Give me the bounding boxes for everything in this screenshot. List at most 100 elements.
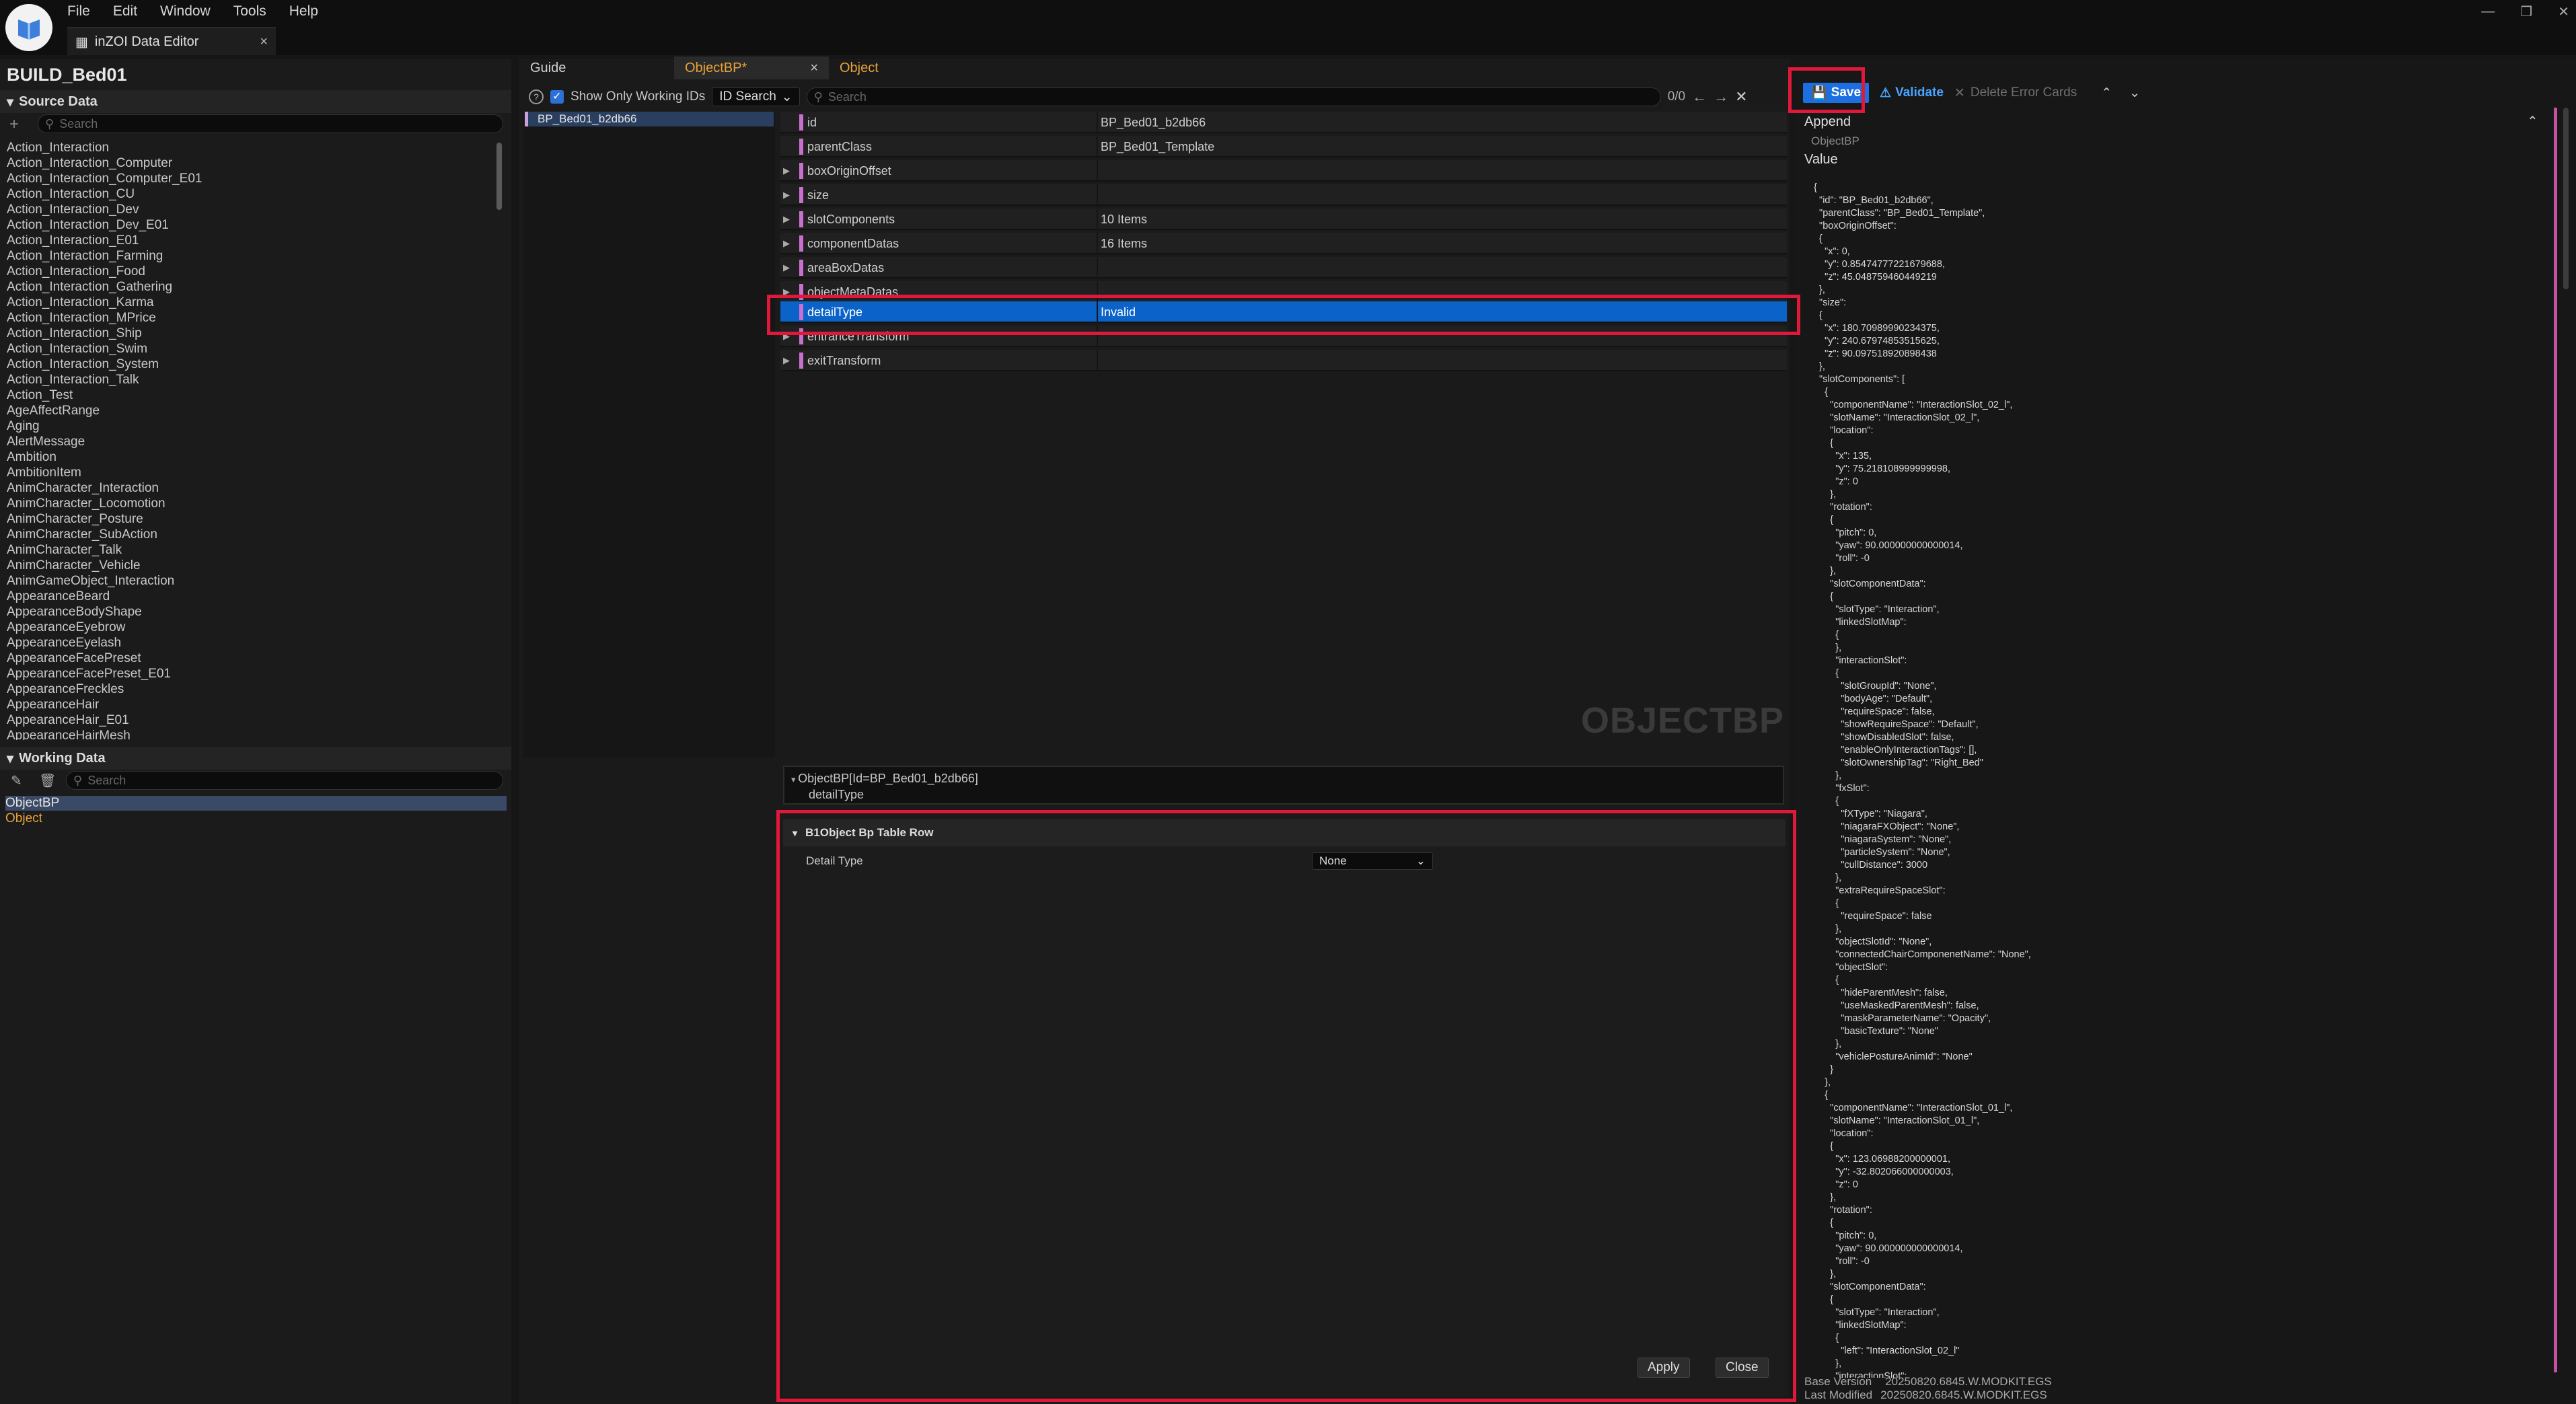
source-item[interactable]: Action_Interaction_E01 xyxy=(7,233,498,248)
source-item[interactable]: AnimCharacter_Posture xyxy=(7,511,498,527)
source-item[interactable]: AppearanceFreckles xyxy=(7,681,498,697)
working-data-header[interactable]: ▾ Working Data xyxy=(0,747,511,770)
source-item[interactable]: AppearanceFacePreset xyxy=(7,651,498,666)
edit-icon[interactable]: ✎ xyxy=(11,772,22,789)
id-search-dropdown[interactable]: ID Search ⌄ xyxy=(712,87,800,106)
source-item[interactable]: AgeAffectRange xyxy=(7,403,498,418)
source-item[interactable]: Action_Interaction_Computer_E01 xyxy=(7,171,498,186)
chevron-up-icon[interactable]: ⌃ xyxy=(2101,85,2112,101)
expand-arrow-icon[interactable]: ▶ xyxy=(783,190,790,200)
expand-arrow-icon[interactable]: ▶ xyxy=(783,214,790,225)
menu-tools[interactable]: Tools xyxy=(233,3,266,20)
source-item[interactable]: Action_Interaction_CU xyxy=(7,186,498,202)
working-search-input[interactable]: ⚲ Search xyxy=(66,771,503,790)
working-item-objectbp[interactable]: ObjectBP xyxy=(5,796,507,811)
source-item[interactable]: AppearanceHair xyxy=(7,697,498,712)
property-row-componentDatas[interactable]: ▶ componentDatas 16 Items xyxy=(780,233,1787,254)
property-accent-bar xyxy=(799,260,803,276)
tab-close-icon[interactable]: × xyxy=(810,57,818,79)
property-accent-bar xyxy=(799,114,803,131)
minimize-icon[interactable]: — xyxy=(2481,4,2495,20)
property-path-leaf: detailType xyxy=(809,788,864,801)
expand-arrow-icon[interactable]: ▶ xyxy=(783,355,790,366)
collapse-up-icon[interactable]: ⌃ xyxy=(2527,113,2538,130)
source-item[interactable]: Action_Test xyxy=(7,387,498,403)
add-icon[interactable]: + xyxy=(9,115,19,134)
source-search-input[interactable]: ⚲ Search xyxy=(38,114,503,133)
property-accent-bar xyxy=(799,163,803,179)
source-item[interactable]: AppearanceEyelash xyxy=(7,635,498,651)
app-logo-icon xyxy=(5,4,52,51)
source-item[interactable]: Aging xyxy=(7,418,498,434)
menu-window[interactable]: Window xyxy=(160,3,211,20)
property-row-exitTransform[interactable]: ▶ exitTransform xyxy=(780,350,1787,371)
source-list-scrollbar[interactable] xyxy=(496,143,502,210)
source-item[interactable]: AnimCharacter_Vehicle xyxy=(7,558,498,573)
next-arrow-icon[interactable]: → xyxy=(1714,88,1728,106)
source-item[interactable]: Action_Interaction_System xyxy=(7,357,498,372)
expand-arrow-icon[interactable]: ▶ xyxy=(783,238,790,249)
previous-arrow-icon[interactable]: ← xyxy=(1692,88,1707,106)
data-editor-window: File Edit Window Tools Help — ❐ ✕ ▦ inZO… xyxy=(0,0,2576,1404)
collapse-arrow-icon: ▾ xyxy=(7,751,14,766)
chevron-down-icon[interactable]: ⌄ xyxy=(2129,85,2140,101)
show-only-working-checkbox[interactable]: ✓ xyxy=(550,90,564,104)
expand-arrow-icon[interactable]: ▶ xyxy=(783,262,790,273)
source-item[interactable]: AnimCharacter_Talk xyxy=(7,542,498,558)
id-list-item-selected[interactable]: BP_Bed01_b2db66 xyxy=(525,112,774,126)
expand-arrow-icon[interactable]: ▶ xyxy=(783,165,790,176)
source-item[interactable]: Action_Interaction_Karma xyxy=(7,295,498,310)
document-tab[interactable]: ▦ inZOI Data Editor × xyxy=(67,27,276,55)
source-item[interactable]: AnimGameObject_Interaction xyxy=(7,573,498,589)
menu-help[interactable]: Help xyxy=(289,3,318,20)
source-item[interactable]: Action_Interaction_Computer xyxy=(7,155,498,171)
close-window-icon[interactable]: ✕ xyxy=(2558,3,2569,20)
match-count: 0/0 xyxy=(1667,89,1686,104)
menu-edit[interactable]: Edit xyxy=(113,3,137,20)
source-item[interactable]: AppearanceBeard xyxy=(7,589,498,604)
source-item[interactable]: Action_Interaction_Ship xyxy=(7,326,498,341)
last-modified-label: Last Modified xyxy=(1804,1389,1873,1401)
source-item[interactable]: Action_Interaction_Farming xyxy=(7,248,498,264)
source-item[interactable]: Action_Interaction_Talk xyxy=(7,372,498,387)
property-row-id[interactable]: id BP_Bed01_b2db66 xyxy=(780,112,1787,133)
source-item[interactable]: AnimCharacter_SubAction xyxy=(7,527,498,542)
source-item[interactable]: AnimCharacter_Interaction xyxy=(7,480,498,496)
tab-objectbp[interactable]: ObjectBP* × xyxy=(674,57,829,79)
source-item[interactable]: Action_Interaction_Food xyxy=(7,264,498,279)
working-item-object[interactable]: Object xyxy=(5,811,507,826)
validate-button[interactable]: ⚠ Validate xyxy=(1876,83,1948,103)
trash-icon[interactable]: 🗑 xyxy=(39,772,56,789)
tab-object[interactable]: Object xyxy=(829,57,984,79)
delete-error-cards-button[interactable]: ✕ Delete Error Cards xyxy=(1954,85,2077,101)
tab-guide[interactable]: Guide xyxy=(519,57,674,79)
source-item[interactable]: AnimCharacter_Locomotion xyxy=(7,496,498,511)
json-scrollbar[interactable] xyxy=(2563,108,2569,289)
close-search-icon[interactable]: ✕ xyxy=(1735,88,1747,106)
property-row-slotComponents[interactable]: ▶ slotComponents 10 Items xyxy=(780,209,1787,230)
source-item[interactable]: Action_Interaction_Dev_E01 xyxy=(7,217,498,233)
restore-icon[interactable]: ❐ xyxy=(2520,3,2532,20)
property-search-input[interactable]: ⚲ Search xyxy=(806,87,1661,106)
source-item[interactable]: AppearanceEyebrow xyxy=(7,620,498,635)
source-item[interactable]: AmbitionItem xyxy=(7,465,498,480)
property-row-size[interactable]: ▶ size xyxy=(780,184,1787,206)
source-item[interactable]: Action_Interaction_Dev xyxy=(7,202,498,217)
property-row-parentClass[interactable]: parentClass BP_Bed01_Template xyxy=(780,136,1787,157)
help-icon[interactable]: ? xyxy=(529,89,544,104)
source-data-header[interactable]: ▾ Source Data xyxy=(0,90,511,113)
source-item[interactable]: AppearanceHair_E01 xyxy=(7,712,498,728)
property-row-areaBoxDatas[interactable]: ▶ areaBoxDatas xyxy=(780,257,1787,279)
property-row-boxOriginOffset[interactable]: ▶ boxOriginOffset xyxy=(780,160,1787,182)
source-item[interactable]: AppearanceHairMesh xyxy=(7,728,498,740)
source-item[interactable]: AppearanceFacePreset_E01 xyxy=(7,666,498,681)
document-tab-close-icon[interactable]: × xyxy=(260,34,268,50)
source-item[interactable]: Action_Interaction_Gathering xyxy=(7,279,498,295)
source-item[interactable]: AppearanceBodyShape xyxy=(7,604,498,620)
source-item[interactable]: Action_Interaction_MPrice xyxy=(7,310,498,326)
source-item[interactable]: Action_Interaction_Swim xyxy=(7,341,498,357)
source-item[interactable]: Ambition xyxy=(7,449,498,465)
menu-file[interactable]: File xyxy=(67,3,90,20)
source-item[interactable]: AlertMessage xyxy=(7,434,498,449)
source-item[interactable]: Action_Interaction xyxy=(7,140,498,155)
